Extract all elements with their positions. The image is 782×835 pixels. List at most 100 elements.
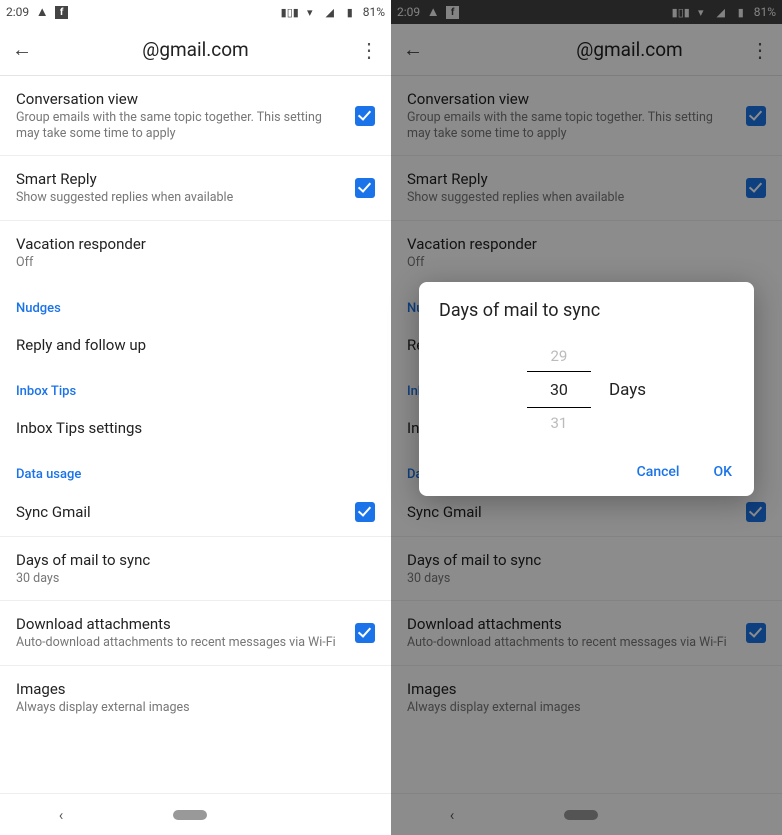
sync-gmail-title: Sync Gmail	[407, 503, 734, 521]
images-item: Images Always display external images	[391, 666, 782, 730]
header-title: @gmail.com	[36, 38, 355, 61]
reply-follow-up-item[interactable]: Reply and follow up	[0, 322, 391, 368]
smart-reply-title: Smart Reply	[16, 170, 343, 188]
nav-back-button[interactable]: ‹	[450, 806, 455, 824]
back-button[interactable]: ←	[12, 37, 36, 62]
redacted-mask	[490, 42, 574, 60]
download-attachments-sub: Auto-download attachments to recent mess…	[16, 635, 343, 651]
conversation-view-checkbox	[746, 106, 766, 126]
vibrate-icon: ▮▯▮	[283, 5, 297, 19]
dialog-title: Days of mail to sync	[419, 282, 754, 331]
smart-reply-sub: Show suggested replies when available	[16, 190, 343, 206]
header-title: @gmail.com	[427, 38, 746, 61]
screen-settings: 2:09 ▲ f ▮▯▮ ▾ ◢ ▮ 81% ← @gmail.com ⋮ Co…	[0, 0, 391, 835]
vacation-responder-item: Vacation responder Off	[391, 221, 782, 285]
days-sync-dialog: Days of mail to sync 29 30 31 Days Cance…	[419, 282, 754, 496]
screen-settings-dialog: 2:09 ▲ f ▮▯▮ ▾ ◢ ▮ 81% ← @gmail.com ⋮ Co…	[391, 0, 782, 835]
reply-follow-up-title: Reply and follow up	[16, 336, 375, 354]
sync-gmail-title: Sync Gmail	[16, 503, 343, 521]
days-of-mail-item[interactable]: Days of mail to sync 30 days	[0, 537, 391, 602]
images-item[interactable]: Images Always display external images	[0, 666, 391, 730]
smart-reply-item: Smart Reply Show suggested replies when …	[391, 156, 782, 221]
sync-gmail-checkbox[interactable]	[355, 502, 375, 522]
settings-list[interactable]: Conversation view Group emails with the …	[0, 76, 391, 793]
conversation-view-checkbox[interactable]	[355, 106, 375, 126]
download-attachments-title: Download attachments	[16, 615, 343, 633]
download-attachments-title: Download attachments	[407, 615, 734, 633]
data-usage-header: Data usage	[0, 451, 391, 488]
wifi-icon: ▾	[303, 5, 317, 19]
download-attachments-checkbox	[746, 623, 766, 643]
smart-reply-item[interactable]: Smart Reply Show suggested replies when …	[0, 156, 391, 221]
battery-icon: ▮	[734, 5, 748, 19]
battery-icon: ▮	[343, 5, 357, 19]
ok-button[interactable]: OK	[714, 464, 733, 480]
app-header: ← @gmail.com ⋮	[391, 24, 782, 76]
nav-home-pill[interactable]	[564, 810, 598, 820]
image-icon: ▲	[35, 5, 49, 19]
back-button[interactable]: ←	[403, 37, 427, 62]
signal-icon: ◢	[323, 5, 337, 19]
more-menu-icon[interactable]: ⋮	[355, 38, 379, 62]
vacation-responder-item[interactable]: Vacation responder Off	[0, 221, 391, 285]
download-attachments-sub: Auto-download attachments to recent mess…	[407, 635, 734, 651]
status-bar: 2:09 ▲ f ▮▯▮ ▾ ◢ ▮ 81%	[391, 0, 782, 24]
signal-icon: ◢	[714, 5, 728, 19]
image-icon: ▲	[426, 5, 440, 19]
battery-percent: 81%	[754, 5, 776, 19]
nudges-header: Nudges	[0, 285, 391, 322]
download-attachments-checkbox[interactable]	[355, 623, 375, 643]
smart-reply-title: Smart Reply	[407, 170, 734, 188]
days-of-mail-title: Days of mail to sync	[407, 551, 766, 569]
picker-selected[interactable]: 30	[527, 371, 591, 408]
status-time: 2:09	[6, 5, 29, 19]
smart-reply-checkbox[interactable]	[355, 178, 375, 198]
conversation-view-sub: Group emails with the same topic togethe…	[16, 110, 343, 141]
sync-gmail-item[interactable]: Sync Gmail	[0, 488, 391, 537]
images-title: Images	[407, 680, 766, 698]
more-menu-icon[interactable]: ⋮	[746, 38, 770, 62]
days-of-mail-sub: 30 days	[407, 571, 766, 587]
app-header: ← @gmail.com ⋮	[0, 24, 391, 76]
smart-reply-checkbox	[746, 178, 766, 198]
images-sub: Always display external images	[407, 700, 766, 716]
system-nav-bar: ‹	[391, 793, 782, 835]
picker-next[interactable]: 31	[527, 408, 591, 438]
vacation-responder-title: Vacation responder	[16, 235, 375, 253]
wifi-icon: ▾	[694, 5, 708, 19]
conversation-view-item: Conversation view Group emails with the …	[391, 76, 782, 156]
facebook-icon: f	[55, 6, 68, 19]
picker-unit-label: Days	[609, 380, 646, 400]
days-of-mail-title: Days of mail to sync	[16, 551, 375, 569]
vacation-responder-title: Vacation responder	[407, 235, 766, 253]
number-picker[interactable]: 29 30 31 Days	[419, 331, 754, 454]
vacation-responder-sub: Off	[16, 255, 375, 271]
inbox-tips-settings-title: Inbox Tips settings	[16, 419, 375, 437]
images-title: Images	[16, 680, 375, 698]
conversation-view-sub: Group emails with the same topic togethe…	[407, 110, 734, 141]
inbox-tips-settings-item[interactable]: Inbox Tips settings	[0, 405, 391, 451]
sync-gmail-checkbox	[746, 502, 766, 522]
days-of-mail-item: Days of mail to sync 30 days	[391, 537, 782, 602]
download-attachments-item: Download attachments Auto-download attac…	[391, 601, 782, 666]
conversation-view-title: Conversation view	[407, 90, 734, 108]
status-time: 2:09	[397, 5, 420, 19]
facebook-icon: f	[446, 6, 459, 19]
status-bar: 2:09 ▲ f ▮▯▮ ▾ ◢ ▮ 81%	[0, 0, 391, 24]
conversation-view-title: Conversation view	[16, 90, 343, 108]
vibrate-icon: ▮▯▮	[674, 5, 688, 19]
images-sub: Always display external images	[16, 700, 375, 716]
nav-home-pill[interactable]	[173, 810, 207, 820]
smart-reply-sub: Show suggested replies when available	[407, 190, 734, 206]
cancel-button[interactable]: Cancel	[637, 464, 680, 480]
inbox-tips-header: Inbox Tips	[0, 368, 391, 405]
conversation-view-item[interactable]: Conversation view Group emails with the …	[0, 76, 391, 156]
vacation-responder-sub: Off	[407, 255, 766, 271]
picker-prev[interactable]: 29	[527, 341, 591, 371]
picker-wheel[interactable]: 29 30 31	[527, 341, 591, 438]
nav-back-button[interactable]: ‹	[59, 806, 64, 824]
days-of-mail-sub: 30 days	[16, 571, 375, 587]
battery-percent: 81%	[363, 5, 385, 19]
system-nav-bar: ‹	[0, 793, 391, 835]
download-attachments-item[interactable]: Download attachments Auto-download attac…	[0, 601, 391, 666]
